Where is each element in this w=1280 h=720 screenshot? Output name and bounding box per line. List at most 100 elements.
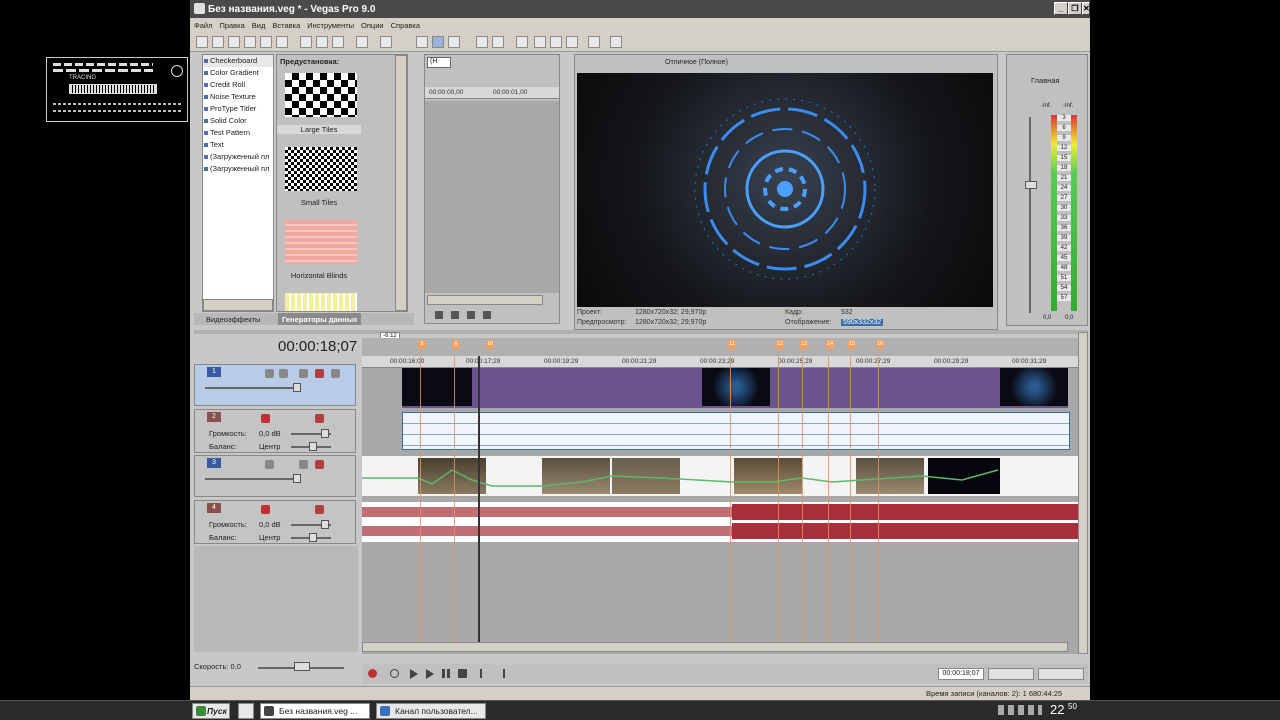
track-header-3[interactable]: 3 — [194, 455, 356, 497]
play-icon[interactable] — [426, 669, 434, 679]
marker[interactable]: 11 — [728, 340, 736, 349]
snap-icon[interactable] — [476, 36, 488, 48]
record-arm-icon[interactable] — [261, 505, 270, 514]
list-item[interactable]: Text — [203, 139, 273, 151]
mute-icon[interactable] — [315, 460, 324, 469]
help-icon[interactable] — [610, 36, 622, 48]
tab-video-effects[interactable]: Видеоэффекты — [206, 315, 260, 324]
menu-tools[interactable]: Инструменты — [307, 21, 354, 30]
start-button[interactable]: Пуск — [192, 703, 230, 719]
track-header-2[interactable]: 2 Громкость: 0,0 dB Баланс: Центр — [194, 409, 356, 453]
menu-file[interactable]: Файл — [194, 21, 212, 30]
opacity-slider[interactable] — [205, 387, 301, 389]
stop-icon[interactable] — [483, 311, 491, 319]
speed-knob[interactable] — [294, 662, 310, 671]
paste-icon[interactable] — [332, 36, 344, 48]
play-from-start-icon[interactable] — [410, 669, 418, 679]
marker[interactable]: 13 — [800, 340, 808, 349]
menu-help[interactable]: Справка — [391, 21, 420, 30]
new-icon[interactable] — [196, 36, 208, 48]
minimize-button[interactable]: _ — [1054, 2, 1068, 15]
preset-large-tiles[interactable] — [285, 73, 357, 117]
pause-icon[interactable] — [467, 311, 475, 319]
zoom-icon[interactable] — [550, 36, 562, 48]
play-looped-icon[interactable] — [451, 311, 459, 319]
stop-icon[interactable] — [458, 669, 467, 678]
master-fader[interactable] — [1025, 181, 1037, 189]
marker[interactable]: 16 — [876, 340, 884, 349]
preview-quality[interactable]: Отличное (Полное) — [665, 59, 728, 66]
motion-envelope[interactable] — [362, 456, 1078, 496]
menu-insert[interactable]: Вставка — [272, 21, 300, 30]
what-is-icon[interactable] — [588, 36, 600, 48]
list-item[interactable]: (Загруженный пл — [203, 151, 273, 163]
go-to-end-icon[interactable] — [496, 669, 505, 678]
markers-icon[interactable] — [566, 36, 578, 48]
save-as-icon[interactable] — [244, 36, 256, 48]
presets-scrollbar[interactable] — [395, 55, 407, 311]
trimmer-scrollbar[interactable] — [427, 295, 543, 305]
list-item[interactable]: Noise Texture — [203, 91, 273, 103]
track-header-1[interactable]: 1 — [194, 364, 356, 406]
opacity-knob[interactable] — [293, 383, 301, 392]
normal-edit-icon[interactable] — [416, 36, 428, 48]
pause-icon[interactable] — [442, 669, 450, 678]
splitter[interactable] — [194, 330, 1088, 334]
marker[interactable]: 15 — [848, 340, 856, 349]
opacity-knob[interactable] — [293, 474, 301, 483]
copy-icon[interactable] — [316, 36, 328, 48]
opacity-slider[interactable] — [205, 478, 301, 480]
list-item[interactable]: Test Pattern — [203, 127, 273, 139]
cut-icon[interactable] — [300, 36, 312, 48]
volume-knob[interactable] — [321, 520, 329, 529]
undo-icon[interactable] — [356, 36, 368, 48]
maximize-button[interactable]: ❐ — [1068, 2, 1082, 15]
open-icon[interactable] — [212, 36, 224, 48]
preset-horizontal-blinds[interactable] — [285, 220, 357, 264]
mute-icon[interactable] — [315, 505, 324, 514]
record-arm-icon[interactable] — [261, 414, 270, 423]
menu-view[interactable]: Вид — [252, 21, 266, 30]
menu-edit[interactable]: Правка — [219, 21, 244, 30]
go-to-start-icon[interactable] — [480, 669, 489, 678]
list-item[interactable]: Color Gradient — [203, 67, 273, 79]
task-browser[interactable]: Канал пользовател... — [376, 703, 486, 719]
loop-icon[interactable] — [390, 669, 399, 678]
task-vegas[interactable]: Без названия.veg ... — [260, 703, 370, 719]
marker[interactable]: 6 — [452, 340, 460, 349]
trimmer-area[interactable] — [425, 101, 559, 293]
auto-crossfade-icon[interactable] — [492, 36, 504, 48]
redo-icon[interactable] — [380, 36, 392, 48]
list-item[interactable]: Credit Roll — [203, 79, 273, 91]
marker[interactable]: 14 — [826, 340, 834, 349]
pan-knob[interactable] — [309, 533, 317, 542]
list-item[interactable]: ProType Titler — [203, 103, 273, 115]
record-icon[interactable] — [368, 669, 377, 678]
solo-icon[interactable] — [331, 369, 340, 378]
save-icon[interactable] — [228, 36, 240, 48]
marker[interactable]: 5 — [418, 340, 426, 349]
render-icon[interactable] — [260, 36, 272, 48]
selection-edit-icon[interactable] — [448, 36, 460, 48]
list-item[interactable]: Checkerboard — [203, 55, 273, 67]
show-desktop-icon[interactable] — [238, 703, 254, 719]
preset-small-tiles[interactable] — [285, 147, 357, 191]
timeline-vscroll[interactable] — [1078, 332, 1088, 654]
event-audio-empty[interactable] — [402, 412, 1070, 450]
close-button[interactable]: ✕ — [1082, 2, 1090, 15]
marker[interactable]: 10 — [486, 340, 494, 349]
mute-icon[interactable] — [315, 369, 324, 378]
properties-icon[interactable] — [276, 36, 288, 48]
tray-icons[interactable] — [998, 705, 1042, 715]
time-ruler[interactable]: 00:00:16;00 00:00:17;29 00:00:19;29 00:0… — [362, 356, 1078, 368]
list-scrollbar[interactable] — [203, 299, 273, 311]
timeline-hscroll[interactable] — [362, 642, 1068, 652]
track-header-4[interactable]: 4 Громкость: 0,0 dB Баланс: Центр — [194, 500, 356, 544]
bypass-fx-icon[interactable] — [265, 460, 274, 469]
track-fx-icon[interactable] — [299, 369, 308, 378]
volume-knob[interactable] — [321, 429, 329, 438]
track-motion-icon[interactable] — [279, 369, 288, 378]
list-item[interactable]: (Загруженный пл — [203, 163, 273, 175]
mute-icon[interactable] — [315, 414, 324, 423]
play-icon[interactable] — [435, 311, 443, 319]
